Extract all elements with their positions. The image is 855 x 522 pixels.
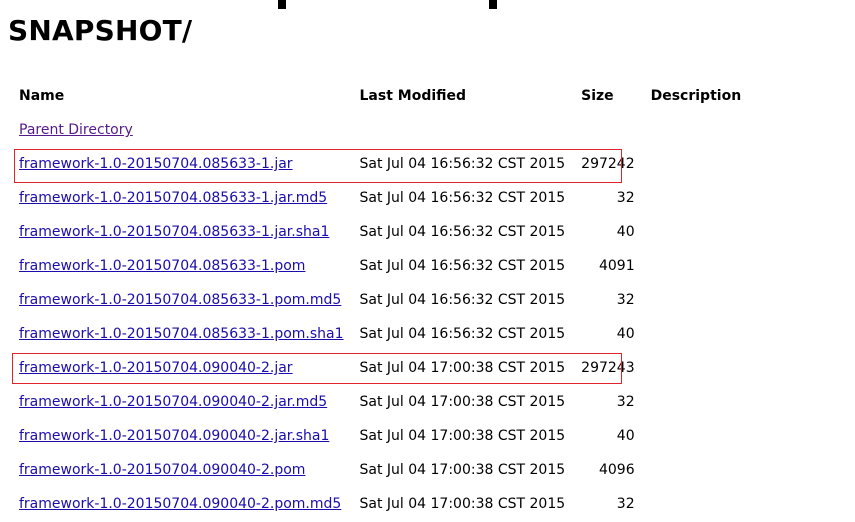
- file-link[interactable]: framework-1.0-20150704.090040-2.pom.md5: [19, 496, 341, 512]
- last-modified-cell: Sat Jul 04 17:00:38 CST 2015: [359, 428, 566, 444]
- description-cell: [643, 181, 750, 215]
- file-link[interactable]: framework-1.0-20150704.090040-2.pom: [19, 462, 305, 478]
- parent-directory-row: Parent Directory: [11, 113, 749, 147]
- description-cell: [643, 317, 750, 351]
- table-header-row: Name Last Modified Size Description: [11, 79, 749, 113]
- table-row: framework-1.0-20150704.085633-1.jar.md5 …: [11, 181, 749, 215]
- description-cell: [643, 215, 750, 249]
- last-modified-cell: Sat Jul 04 17:00:38 CST 2015: [359, 394, 566, 410]
- description-cell: [643, 419, 750, 453]
- table-row: framework-1.0-20150704.085633-1.pom.md5 …: [11, 283, 749, 317]
- column-header-name[interactable]: Name: [11, 79, 352, 113]
- file-link[interactable]: framework-1.0-20150704.085633-1.pom: [19, 258, 305, 274]
- size-cell: 40: [616, 428, 635, 444]
- size-cell: 4096: [598, 462, 635, 478]
- description-cell: [643, 283, 750, 317]
- last-modified-cell: Sat Jul 04 16:56:32 CST 2015: [359, 258, 566, 274]
- last-modified-cell: Sat Jul 04 17:00:38 CST 2015: [359, 496, 566, 512]
- size-cell: 297243: [581, 360, 635, 376]
- clipped-glyph: [489, 0, 497, 9]
- table-row: framework-1.0-20150704.085633-1.jar Sat …: [11, 147, 749, 181]
- column-header-last-modified[interactable]: Last Modified: [352, 79, 574, 113]
- size-cell: 32: [616, 496, 635, 512]
- size-cell: 4091: [598, 258, 635, 274]
- last-modified-cell: Sat Jul 04 16:56:32 CST 2015: [359, 292, 566, 308]
- table-row: framework-1.0-20150704.090040-2.pom.md5 …: [11, 487, 749, 521]
- description-cell: [643, 249, 750, 283]
- table-row: framework-1.0-20150704.085633-1.pom Sat …: [11, 249, 749, 283]
- last-modified-cell: Sat Jul 04 16:56:32 CST 2015: [359, 156, 566, 172]
- file-link[interactable]: framework-1.0-20150704.090040-2.jar.sha1: [19, 428, 329, 444]
- table-row: framework-1.0-20150704.090040-2.jar Sat …: [11, 351, 749, 385]
- column-header-size[interactable]: Size: [573, 79, 642, 113]
- clipped-heading-above: [0, 0, 855, 12]
- page-title: SNAPSHOT/: [8, 14, 193, 47]
- table-row: framework-1.0-20150704.085633-1.pom.sha1…: [11, 317, 749, 351]
- file-link[interactable]: framework-1.0-20150704.085633-1.jar.sha1: [19, 224, 329, 240]
- size-cell: 297242: [581, 156, 635, 172]
- size-cell: 32: [616, 190, 635, 206]
- file-link[interactable]: framework-1.0-20150704.090040-2.jar.md5: [19, 394, 327, 410]
- file-link[interactable]: framework-1.0-20150704.085633-1.jar: [19, 156, 293, 172]
- last-modified-cell: Sat Jul 04 16:56:32 CST 2015: [359, 190, 566, 206]
- clipped-glyph: [278, 0, 286, 9]
- description-cell: [643, 351, 750, 385]
- file-link[interactable]: framework-1.0-20150704.085633-1.pom.md5: [19, 292, 341, 308]
- table-row: framework-1.0-20150704.090040-2.jar.md5 …: [11, 385, 749, 419]
- size-cell: 40: [616, 224, 635, 240]
- table-row: framework-1.0-20150704.090040-2.pom Sat …: [11, 453, 749, 487]
- directory-listing-table: Name Last Modified Size Description Pare…: [11, 79, 749, 521]
- last-modified-cell: Sat Jul 04 17:00:38 CST 2015: [359, 462, 566, 478]
- parent-directory-link[interactable]: Parent Directory: [19, 122, 133, 138]
- description-cell: [643, 385, 750, 419]
- column-header-description[interactable]: Description: [643, 79, 750, 113]
- size-cell: 32: [616, 292, 635, 308]
- table-row: framework-1.0-20150704.090040-2.jar.sha1…: [11, 419, 749, 453]
- description-cell: [643, 487, 750, 521]
- file-link[interactable]: framework-1.0-20150704.085633-1.jar.md5: [19, 190, 327, 206]
- description-cell: [643, 453, 750, 487]
- last-modified-cell: Sat Jul 04 16:56:32 CST 2015: [359, 326, 566, 342]
- size-cell: 32: [616, 394, 635, 410]
- last-modified-cell: Sat Jul 04 17:00:38 CST 2015: [359, 360, 566, 376]
- description-cell: [643, 147, 750, 181]
- file-link[interactable]: framework-1.0-20150704.085633-1.pom.sha1: [19, 326, 344, 342]
- size-cell: 40: [616, 326, 635, 342]
- table-row: framework-1.0-20150704.085633-1.jar.sha1…: [11, 215, 749, 249]
- file-link[interactable]: framework-1.0-20150704.090040-2.jar: [19, 360, 293, 376]
- last-modified-cell: Sat Jul 04 16:56:32 CST 2015: [359, 224, 566, 240]
